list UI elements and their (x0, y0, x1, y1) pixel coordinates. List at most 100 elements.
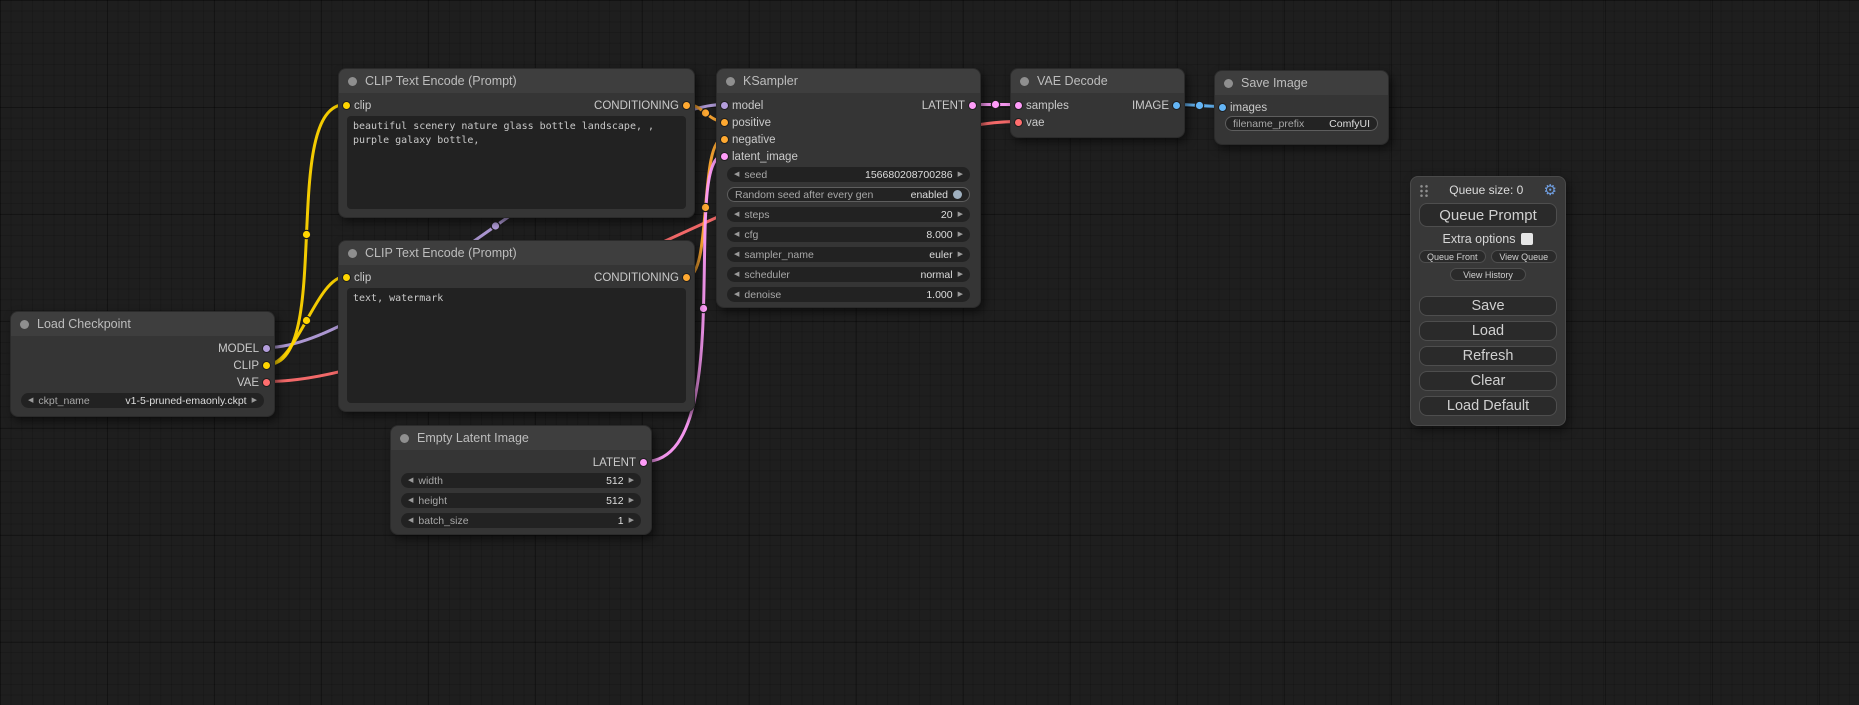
collapse-dot-icon[interactable] (1224, 79, 1233, 88)
input-port-negative[interactable] (720, 135, 729, 144)
input-port-samples[interactable] (1014, 101, 1023, 110)
decrement-arrow-icon[interactable]: ◀ (28, 397, 33, 404)
node-clip-text-encode-positive[interactable]: CLIP Text Encode (Prompt) clip CONDITION… (338, 68, 695, 218)
output-port-clip[interactable] (262, 361, 271, 370)
output-slot-model: MODEL (11, 340, 274, 357)
widget-label: denoise (744, 289, 781, 301)
widget-height[interactable]: ◀ height 512 ▶ (401, 493, 641, 508)
node-titlebar[interactable]: Load Checkpoint (11, 312, 274, 336)
increment-arrow-icon[interactable]: ▶ (958, 271, 963, 278)
node-titlebar[interactable]: Empty Latent Image (391, 426, 651, 450)
load-button[interactable]: Load (1419, 321, 1557, 341)
node-vae-decode[interactable]: VAE Decode IMAGE samples vae (1010, 68, 1185, 138)
output-label: CONDITIONING (594, 272, 679, 284)
increment-arrow-icon[interactable]: ▶ (958, 251, 963, 258)
wire-midpoint-dot (699, 304, 707, 312)
output-port-vae[interactable] (262, 378, 271, 387)
extra-options-checkbox[interactable] (1521, 233, 1533, 245)
load-default-button[interactable]: Load Default (1419, 396, 1557, 416)
node-titlebar[interactable]: CLIP Text Encode (Prompt) (339, 241, 694, 265)
node-titlebar[interactable]: CLIP Text Encode (Prompt) (339, 69, 694, 93)
increment-arrow-icon[interactable]: ▶ (958, 171, 963, 178)
node-graph-canvas[interactable]: Load Checkpoint MODEL CLIP VAE ◀ ckpt_na… (0, 0, 1859, 705)
decrement-arrow-icon[interactable]: ◀ (734, 251, 739, 258)
widget-label: seed (744, 169, 767, 181)
decrement-arrow-icon[interactable]: ◀ (734, 171, 739, 178)
decrement-arrow-icon[interactable]: ◀ (408, 477, 413, 484)
node-titlebar[interactable]: VAE Decode (1011, 69, 1184, 93)
decrement-arrow-icon[interactable]: ◀ (408, 497, 413, 504)
widget-ckpt-name[interactable]: ◀ ckpt_name v1-5-pruned-emaonly.ckpt ▶ (21, 393, 264, 408)
widget-denoise[interactable]: ◀ denoise 1.000 ▶ (727, 287, 970, 302)
node-empty-latent-image[interactable]: Empty Latent Image LATENT ◀ width 512 ▶ … (390, 425, 652, 535)
widget-label: cfg (744, 229, 758, 241)
node-titlebar[interactable]: KSampler (717, 69, 980, 93)
collapse-dot-icon[interactable] (348, 77, 357, 86)
node-ksampler[interactable]: KSampler LATENT model positive negative … (716, 68, 981, 308)
collapse-dot-icon[interactable] (1020, 77, 1029, 86)
widget-value: 156680208700286 (865, 169, 953, 181)
node-load-checkpoint[interactable]: Load Checkpoint MODEL CLIP VAE ◀ ckpt_na… (10, 311, 275, 417)
input-slot-images: images (1215, 99, 1388, 116)
widget-label: batch_size (418, 515, 468, 527)
prompt-textarea[interactable]: text, watermark (347, 288, 686, 403)
input-port-clip[interactable] (342, 101, 351, 110)
decrement-arrow-icon[interactable]: ◀ (734, 231, 739, 238)
view-queue-button[interactable]: View Queue (1491, 250, 1558, 263)
decrement-arrow-icon[interactable]: ◀ (734, 271, 739, 278)
input-port-positive[interactable] (720, 118, 729, 127)
prompt-textarea[interactable]: beautiful scenery nature glass bottle la… (347, 116, 686, 209)
widget-sampler-name[interactable]: ◀ sampler_name euler ▶ (727, 247, 970, 262)
increment-arrow-icon[interactable]: ▶ (629, 497, 634, 504)
output-port-model[interactable] (262, 344, 271, 353)
node-titlebar[interactable]: Save Image (1215, 71, 1388, 95)
input-port-images[interactable] (1218, 103, 1227, 112)
node-save-image[interactable]: Save Image images filename_prefix ComfyU… (1214, 70, 1389, 145)
decrement-arrow-icon[interactable]: ◀ (734, 291, 739, 298)
save-button[interactable]: Save (1419, 296, 1557, 316)
increment-arrow-icon[interactable]: ▶ (629, 517, 634, 524)
decrement-arrow-icon[interactable]: ◀ (734, 211, 739, 218)
input-port-vae[interactable] (1014, 118, 1023, 127)
widget-random-seed[interactable]: Random seed after every gen enabled (727, 187, 970, 202)
increment-arrow-icon[interactable]: ▶ (629, 477, 634, 484)
input-port-model[interactable] (720, 101, 729, 110)
wire-midpoint-dot (302, 230, 310, 238)
queue-prompt-button[interactable]: Queue Prompt (1419, 203, 1557, 227)
increment-arrow-icon[interactable]: ▶ (958, 211, 963, 218)
widget-batch-size[interactable]: ◀ batch_size 1 ▶ (401, 513, 641, 528)
queue-front-button[interactable]: Queue Front (1419, 250, 1486, 263)
decrement-arrow-icon[interactable]: ◀ (408, 517, 413, 524)
output-label: VAE (237, 377, 259, 389)
widget-seed[interactable]: ◀ seed 156680208700286 ▶ (727, 167, 970, 182)
input-port-latent-image[interactable] (720, 152, 729, 161)
output-port-latent[interactable] (639, 458, 648, 467)
node-title: Load Checkpoint (37, 317, 131, 331)
output-port-conditioning[interactable] (682, 101, 691, 110)
output-slot-clip: CLIP (11, 357, 274, 374)
widget-cfg[interactable]: ◀ cfg 8.000 ▶ (727, 227, 970, 242)
widget-steps[interactable]: ◀ steps 20 ▶ (727, 207, 970, 222)
clear-button[interactable]: Clear (1419, 371, 1557, 391)
increment-arrow-icon[interactable]: ▶ (958, 231, 963, 238)
input-port-clip[interactable] (342, 273, 351, 282)
toggle-dot[interactable] (953, 190, 962, 199)
output-port-conditioning[interactable] (682, 273, 691, 282)
widget-width[interactable]: ◀ width 512 ▶ (401, 473, 641, 488)
collapse-dot-icon[interactable] (400, 434, 409, 443)
node-clip-text-encode-negative[interactable]: CLIP Text Encode (Prompt) clip CONDITION… (338, 240, 695, 412)
drag-handle-icon[interactable] (1419, 183, 1429, 197)
collapse-dot-icon[interactable] (726, 77, 735, 86)
collapse-dot-icon[interactable] (348, 249, 357, 258)
widget-scheduler[interactable]: ◀ scheduler normal ▶ (727, 267, 970, 282)
view-history-button[interactable]: View History (1450, 268, 1526, 281)
collapse-dot-icon[interactable] (20, 320, 29, 329)
input-label: vae (1026, 117, 1045, 129)
increment-arrow-icon[interactable]: ▶ (958, 291, 963, 298)
settings-gear-icon[interactable]: ⚙ (1544, 183, 1557, 198)
queue-panel: Queue size: 0 ⚙ Queue Prompt Extra optio… (1410, 176, 1566, 426)
output-label: CLIP (233, 360, 259, 372)
increment-arrow-icon[interactable]: ▶ (252, 397, 257, 404)
refresh-button[interactable]: Refresh (1419, 346, 1557, 366)
widget-filename-prefix[interactable]: filename_prefix ComfyUI (1225, 116, 1378, 131)
